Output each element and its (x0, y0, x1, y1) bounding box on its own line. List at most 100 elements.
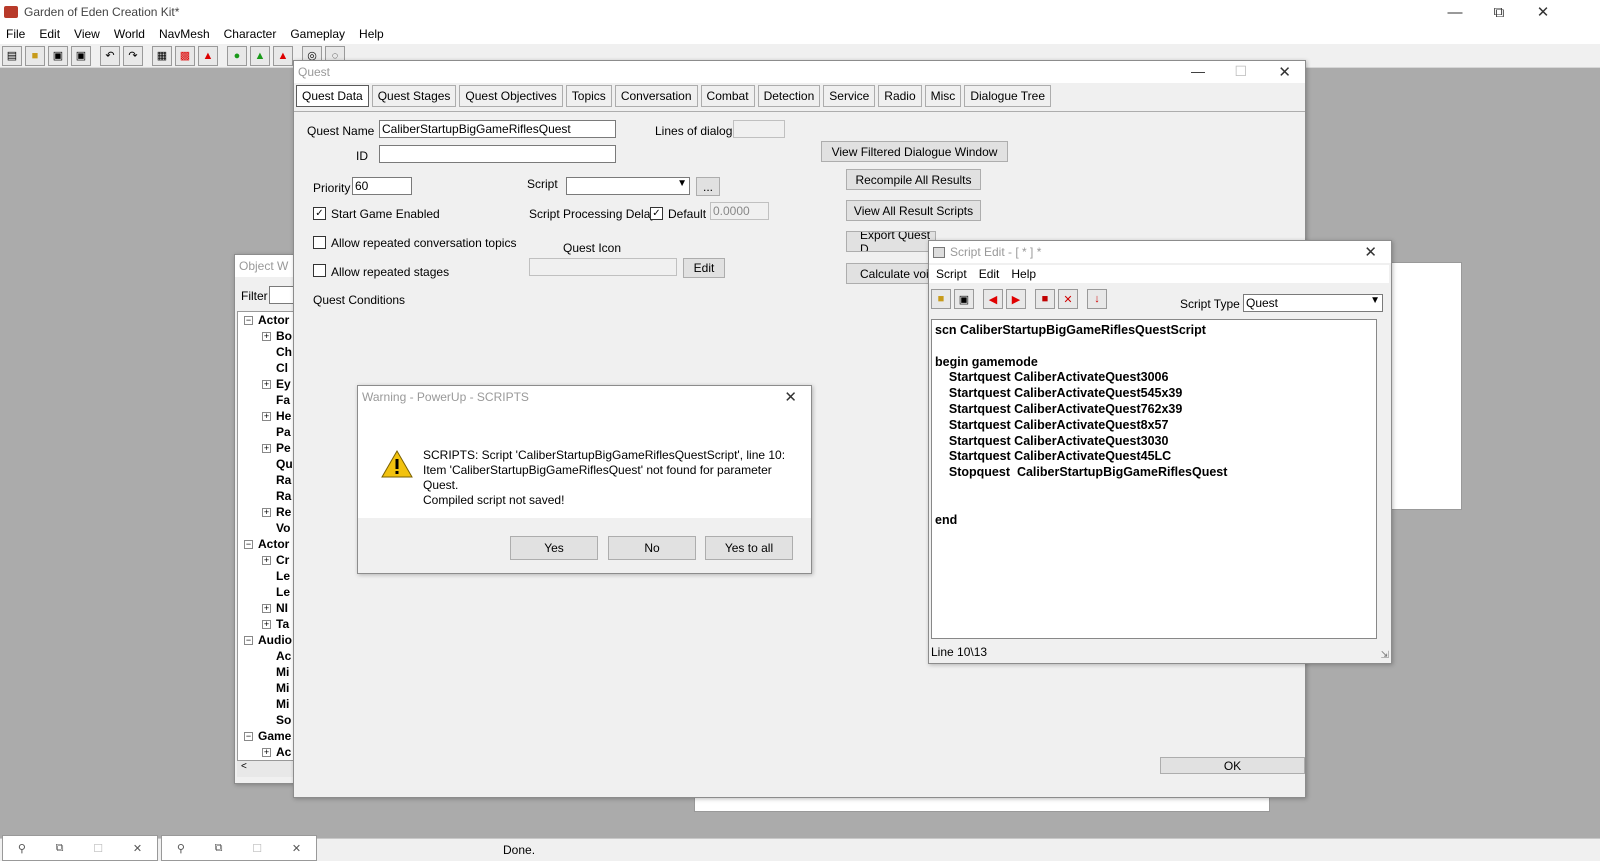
open-icon[interactable]: ■ (25, 45, 45, 66)
previous-icon[interactable]: ◀ (983, 289, 1003, 309)
chevron-down-icon[interactable]: ▼ (677, 178, 687, 189)
tree-item[interactable]: Bo (276, 329, 292, 343)
tab-detection[interactable]: Detection (757, 85, 821, 107)
minimize-icon[interactable]: — (1432, 0, 1478, 24)
tree-item[interactable]: Le (276, 569, 290, 583)
tree-item[interactable]: Mi (276, 697, 289, 711)
close-icon[interactable]: ✕ (292, 842, 301, 855)
view-filtered-dialogue-button[interactable]: View Filtered Dialogue Window (821, 141, 1008, 162)
tree-item[interactable]: So (276, 713, 291, 727)
landscape-icon[interactable]: ▲ (250, 45, 270, 66)
tab-quest-data[interactable]: Quest Data (296, 85, 369, 107)
save-icon[interactable]: ▣ (48, 45, 68, 66)
tree-item-group[interactable]: Audio (258, 633, 292, 647)
angle-icon[interactable]: ▲ (198, 45, 218, 66)
view-all-result-scripts-button[interactable]: View All Result Scripts (846, 200, 981, 221)
tree-item[interactable]: Ra (276, 489, 291, 503)
maximize-icon[interactable]: ☐ (93, 842, 103, 855)
menu-gameplay[interactable]: Gameplay (290, 27, 345, 41)
default-checkbox[interactable]: ✓ (650, 207, 663, 220)
tree-expand-icon[interactable]: + (262, 620, 271, 629)
close-icon[interactable]: ✕ (784, 388, 797, 406)
tree-expand-icon[interactable]: + (262, 748, 271, 757)
allow-topics-checkbox[interactable] (313, 236, 326, 249)
save-icon[interactable]: ▣ (954, 289, 974, 309)
stop-icon[interactable]: ■ (1035, 289, 1055, 309)
tree-item[interactable]: Cl (276, 361, 288, 375)
minimized-window[interactable]: ⚲ ⧉ ☐ ✕ (161, 835, 317, 861)
tree-expand-icon[interactable]: + (262, 604, 271, 613)
tree-item[interactable]: Re (276, 505, 291, 519)
close-icon[interactable]: ✕ (1278, 63, 1291, 81)
no-button[interactable]: No (608, 536, 696, 560)
open-icon[interactable]: ■ (931, 289, 951, 309)
tree-expand-icon[interactable]: + (262, 556, 271, 565)
maximize-icon[interactable]: ☐ (252, 842, 262, 855)
sphere-icon[interactable]: ● (227, 45, 247, 66)
close-icon[interactable]: ✕ (1520, 0, 1566, 24)
next-icon[interactable]: ▶ (1006, 289, 1026, 309)
menu-file[interactable]: File (6, 27, 25, 41)
tree-item[interactable]: Ta (276, 617, 289, 631)
tree-item[interactable]: Pa (276, 425, 291, 439)
snap-icon[interactable]: ▩ (175, 45, 195, 66)
tree-item[interactable]: NI (276, 601, 288, 615)
nav-icon[interactable]: ▲ (273, 45, 293, 66)
script-type-select[interactable]: Quest ▼ (1243, 294, 1383, 312)
calculate-voice-button[interactable]: Calculate voic (846, 263, 936, 284)
allow-stages-checkbox[interactable] (313, 264, 326, 277)
start-enabled-checkbox[interactable]: ✓ (313, 207, 326, 220)
redo-icon[interactable]: ↷ (123, 45, 143, 66)
menu-view[interactable]: View (74, 27, 100, 41)
menu-navmesh[interactable]: NavMesh (159, 27, 210, 41)
tree-item[interactable]: Cr (276, 553, 289, 567)
tree-item[interactable]: Ac (276, 649, 291, 663)
delete-icon[interactable]: ✕ (1058, 289, 1078, 309)
tree-collapse-icon[interactable]: − (244, 316, 253, 325)
minimize-icon[interactable]: — (1191, 63, 1205, 79)
menu-help[interactable]: Help (1011, 267, 1036, 281)
menu-help[interactable]: Help (359, 27, 384, 41)
tree-item[interactable]: Ch (276, 345, 292, 359)
script-browse-button[interactable]: ... (696, 177, 720, 196)
tab-conversation[interactable]: Conversation (614, 85, 698, 107)
recompile-all-results-button[interactable]: Recompile All Results (846, 169, 981, 190)
resize-grip-icon[interactable]: ⇲ (1381, 650, 1389, 661)
tree-expand-icon[interactable]: + (262, 444, 271, 453)
chevron-down-icon[interactable]: ▼ (1370, 295, 1380, 306)
tree-expand-icon[interactable]: + (262, 332, 271, 341)
tree-item[interactable]: Fa (276, 393, 290, 407)
priority-input[interactable]: 60 (352, 177, 412, 195)
tree-item[interactable]: Qu (276, 457, 293, 471)
tab-combat[interactable]: Combat (700, 85, 755, 107)
tree-item[interactable]: Le (276, 585, 290, 599)
tree-item-group[interactable]: Actor (258, 537, 289, 551)
tab-misc[interactable]: Misc (924, 85, 962, 107)
tree-item[interactable]: Ac (276, 745, 291, 759)
object-tree[interactable]: − Actor + Bo Ch Cl + Ey Fa + He Pa + Pe … (237, 311, 297, 761)
tree-expand-icon[interactable]: + (262, 412, 271, 421)
export-quest-dialogue-button[interactable]: Export Quest D (846, 231, 936, 252)
tab-quest-objectives[interactable]: Quest Objectives (459, 85, 563, 107)
menu-script[interactable]: Script (936, 267, 967, 281)
restore-icon[interactable]: ⧉ (56, 842, 64, 855)
grid-icon[interactable]: ▦ (152, 45, 172, 66)
tab-quest-stages[interactable]: Quest Stages (371, 85, 457, 107)
menu-world[interactable]: World (114, 27, 145, 41)
tab-radio[interactable]: Radio (878, 85, 922, 107)
tree-collapse-icon[interactable]: − (244, 540, 253, 549)
restore-icon[interactable]: ⧉ (1476, 0, 1522, 24)
close-icon[interactable]: ✕ (1364, 243, 1377, 261)
tree-expand-icon[interactable]: + (262, 380, 271, 389)
save-as-icon[interactable]: ▣ (71, 45, 91, 66)
maximize-icon[interactable]: ☐ (1234, 63, 1247, 80)
script-select[interactable]: ▼ (566, 177, 690, 195)
tree-item-group[interactable]: Game (258, 729, 291, 743)
id-input[interactable] (379, 145, 616, 163)
script-code-editor[interactable]: scn CaliberStartupBigGameRiflesQuestScri… (931, 319, 1377, 639)
tree-item[interactable]: Mi (276, 681, 289, 695)
tree-item[interactable]: Mi (276, 665, 289, 679)
down-arrow-icon[interactable]: ↓ (1087, 289, 1107, 309)
tab-service[interactable]: Service (823, 85, 876, 107)
menu-edit[interactable]: Edit (39, 27, 60, 41)
